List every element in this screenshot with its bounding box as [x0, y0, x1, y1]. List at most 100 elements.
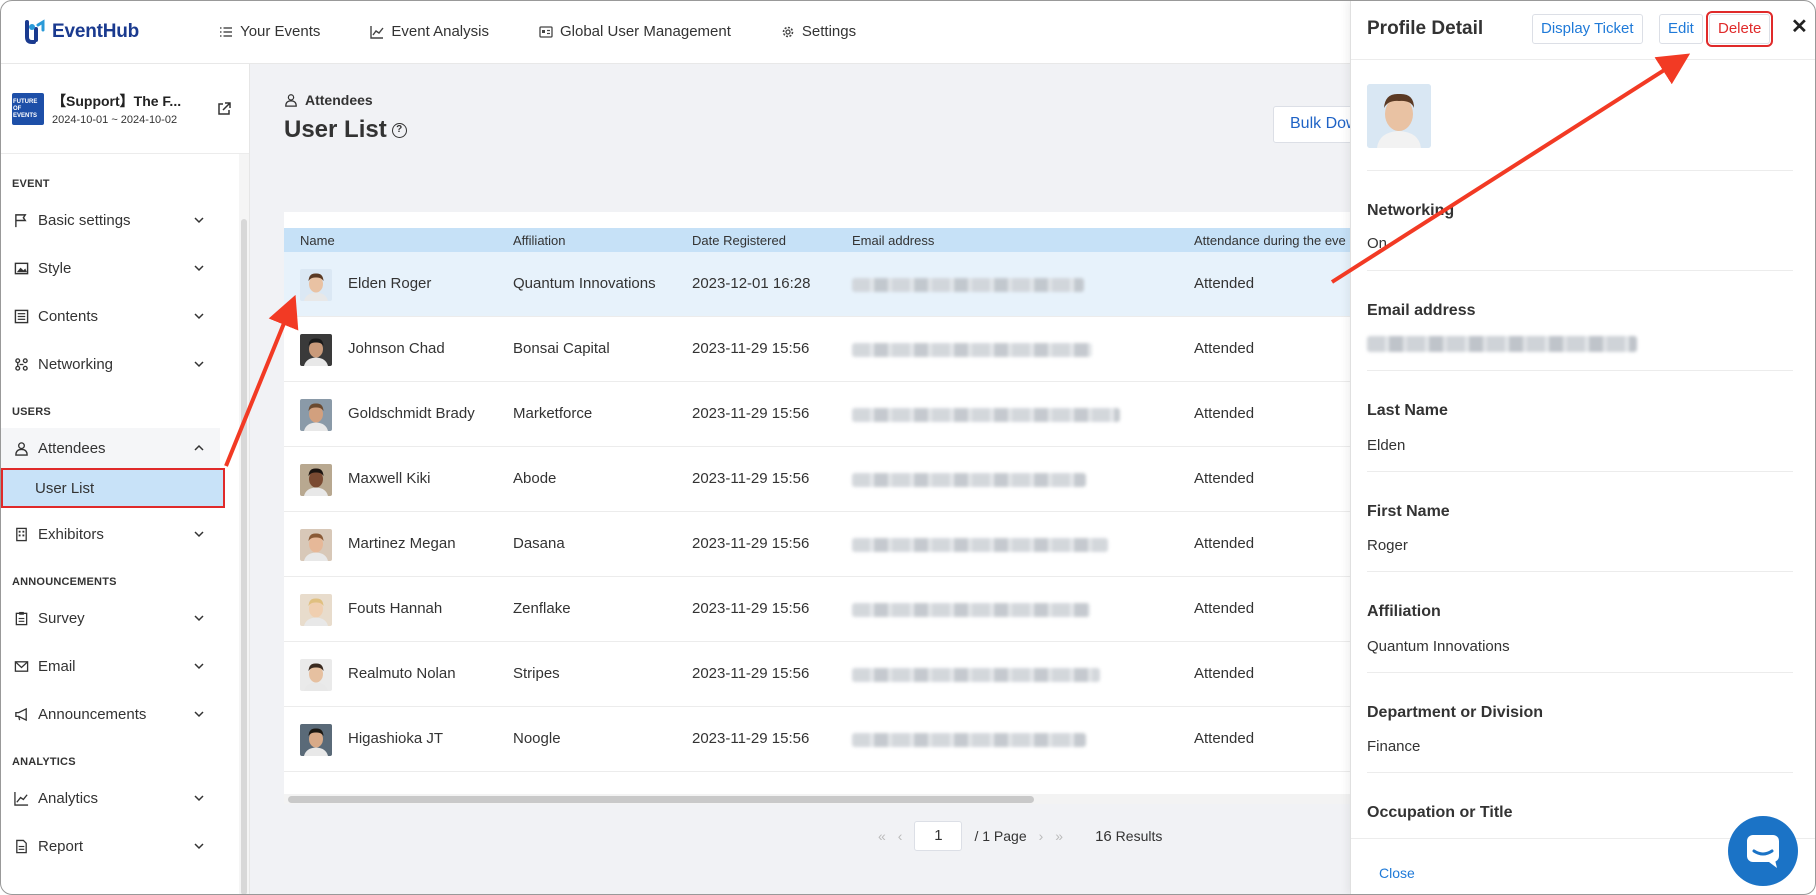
chart-icon — [13, 790, 29, 806]
edit-button[interactable]: Edit — [1659, 14, 1703, 44]
sidebar-item-analytics[interactable]: Analytics — [0, 778, 220, 818]
nav-label: Settings — [801, 23, 857, 40]
sidebar-item-basic-settings[interactable]: Basic settings — [0, 200, 220, 240]
cell-attendance: Attended — [1194, 535, 1255, 552]
scrollbar-thumb[interactable] — [241, 219, 247, 895]
sidebar-item-label: Contents — [38, 307, 99, 325]
prev-page-icon[interactable]: ‹ — [898, 828, 903, 844]
sidebar-item-email[interactable]: Email — [0, 646, 220, 686]
megaphone-icon — [13, 706, 29, 722]
sidebar-item-contents[interactable]: Contents — [0, 296, 220, 336]
chevron-down-icon — [194, 361, 204, 368]
cell-date: 2023-11-29 15:56 — [692, 470, 810, 487]
nav-global-user-management[interactable]: Global User Management — [539, 23, 731, 40]
app-logo[interactable]: EventHub — [22, 18, 139, 45]
user-avatar — [300, 269, 332, 301]
sidebar-item-label: Email — [38, 657, 76, 675]
user-icon — [285, 94, 297, 107]
table-row[interactable]: Realmuto Nolan Stripes 2023-11-29 15:56 Att… — [284, 642, 1350, 707]
column-header-attendance[interactable]: Attendance during the eve — [1194, 233, 1346, 248]
building-icon — [13, 526, 29, 542]
cell-date: 2023-11-29 15:56 — [692, 340, 810, 357]
cell-email-redacted — [852, 473, 1086, 487]
table-row[interactable]: Goldschmidt Brady Marketforce 2023-11-29 1… — [284, 382, 1350, 447]
external-link-icon[interactable] — [216, 101, 232, 117]
nav-label: Your Events — [240, 23, 321, 40]
first-page-icon[interactable]: « — [878, 828, 886, 844]
main-content: Attendees User List ? Bulk Dow Name Affi… — [250, 64, 1383, 895]
cell-affiliation: Dasana — [513, 535, 565, 552]
document-icon — [13, 838, 29, 854]
nav-event-analysis[interactable]: Event Analysis — [370, 23, 489, 40]
cell-affiliation: Marketforce — [513, 405, 593, 422]
panel-title: Profile Detail — [1367, 18, 1484, 39]
column-header-affiliation[interactable]: Affiliation — [513, 233, 566, 248]
sidebar-item-style[interactable]: Style — [0, 248, 220, 288]
divider — [1367, 270, 1793, 271]
chat-support-button[interactable] — [1728, 816, 1798, 886]
results-label: Results — [1115, 827, 1163, 844]
close-link[interactable]: Close — [1379, 865, 1415, 881]
cell-email-redacted — [852, 538, 1108, 552]
sidebar-item-networking[interactable]: Networking — [0, 344, 220, 384]
cell-affiliation: Quantum Innovations — [513, 275, 656, 292]
scrollbar-thumb[interactable] — [288, 796, 1034, 803]
display-ticket-button[interactable]: Display Ticket — [1532, 14, 1643, 44]
close-icon[interactable]: ✕ — [1791, 14, 1808, 39]
networking-value: On — [1367, 235, 1388, 252]
sidebar-item-exhibitors[interactable]: Exhibitors — [0, 514, 220, 554]
table-row[interactable]: Maxwell Kiki Abode 2023-11-29 15:56 Attende… — [284, 447, 1350, 512]
cell-email-redacted — [852, 733, 1086, 747]
section-analytics: ANALYTICS — [12, 756, 76, 768]
table-header: Name Affiliation Date Registered Email a… — [284, 228, 1350, 252]
nav-your-events[interactable]: Your Events — [219, 23, 320, 40]
next-page-icon[interactable]: › — [1039, 828, 1044, 844]
event-name: 【Support】The F... — [52, 93, 182, 109]
sidebar-item-attendees[interactable]: Attendees — [0, 428, 220, 468]
sidebar-item-survey[interactable]: Survey — [0, 598, 220, 638]
column-header-name[interactable]: Name — [300, 233, 335, 248]
last-name-value: Elden — [1367, 437, 1406, 454]
image-icon — [13, 260, 29, 276]
divider — [1367, 170, 1793, 171]
table-row[interactable]: Fouts Hannah Zenflake 2023-11-29 15:56 Atte… — [284, 577, 1350, 642]
cell-attendance: Attended — [1194, 600, 1255, 617]
affiliation-label: Affiliation — [1367, 603, 1441, 620]
horizontal-scrollbar[interactable] — [284, 794, 1350, 804]
gear-icon — [782, 26, 794, 37]
page-title: User List ? — [284, 116, 407, 144]
divider — [1367, 672, 1793, 673]
cell-affiliation: Noogle — [513, 730, 561, 747]
top-navigation: EventHub Your Events Event Analysis Glob… — [0, 0, 1350, 64]
cell-name: Fouts Hannah — [348, 600, 443, 617]
column-header-email[interactable]: Email address — [852, 233, 934, 248]
user-icon — [13, 440, 29, 456]
table-row[interactable]: Higashioka JT Noogle 2023-11-29 15:56 Atten… — [284, 707, 1350, 772]
sidebar-item-label: Style — [38, 259, 72, 277]
sidebar-scrollbar[interactable] — [239, 154, 249, 895]
nav-settings[interactable]: Settings — [781, 23, 856, 40]
sidebar-item-user-list[interactable]: User List — [1, 468, 225, 508]
column-header-date-registered[interactable]: Date Registered — [692, 233, 786, 248]
cell-attendance: Attended — [1194, 665, 1255, 682]
cell-attendance: Attended — [1194, 405, 1255, 422]
chevron-down-icon — [194, 265, 204, 272]
sidebar-item-report[interactable]: Report — [0, 826, 220, 866]
table-row[interactable]: Martinez Megan Dasana 2023-11-29 15:56 Atte… — [284, 512, 1350, 577]
sidebar-item-label: Exhibitors — [38, 525, 104, 543]
sidebar-item-label: Networking — [38, 355, 114, 373]
table-row[interactable]: Elden Roger Quantum Innovations 2023-12-01… — [284, 252, 1350, 317]
divider — [1367, 471, 1793, 472]
table-row[interactable]: Johnson Chad Bonsai Capital 2023-11-29 15:… — [284, 317, 1350, 382]
help-icon[interactable]: ? — [391, 122, 407, 138]
sidebar-item-label: Attendees — [38, 439, 106, 457]
nav-label: Global User Management — [559, 23, 731, 40]
chevron-down-icon — [194, 531, 204, 538]
event-thumbnail: FUTURE OF EVENTS — [12, 92, 44, 125]
user-avatar — [300, 334, 332, 366]
sidebar-item-announcements[interactable]: Announcements — [0, 694, 220, 734]
last-page-icon[interactable]: » — [1055, 828, 1063, 844]
page-input[interactable]: 1 — [914, 821, 963, 851]
chevron-up-icon — [194, 444, 204, 451]
delete-button[interactable]: Delete — [1705, 11, 1774, 47]
